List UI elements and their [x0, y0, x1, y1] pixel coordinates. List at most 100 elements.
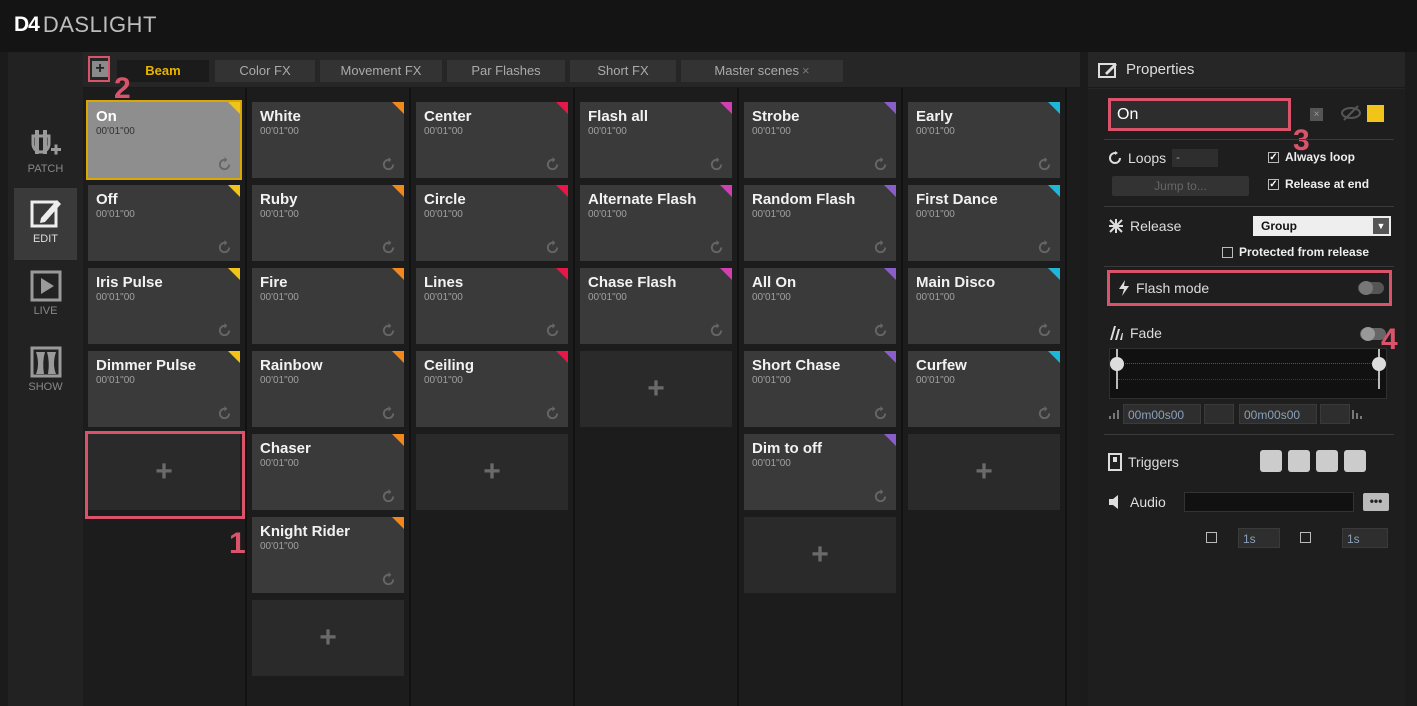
audio-fade-out-checkbox[interactable]	[1300, 532, 1311, 543]
fade-out-knob[interactable]	[1372, 357, 1386, 371]
scene-cell[interactable]: Dim to off 00'01"00	[744, 434, 896, 510]
tab-short-fx[interactable]: Short FX	[570, 60, 676, 82]
scene-cell[interactable]: White 00'01"00	[252, 102, 404, 178]
audio-fade-in-value[interactable]: 1s	[1238, 528, 1280, 548]
scene-cell[interactable]: Circle 00'01"00	[416, 185, 568, 261]
flash-mode-toggle[interactable]	[1358, 281, 1384, 295]
scene-cell[interactable]: Dimmer Pulse 00'01"00	[88, 351, 240, 427]
release-label: Release	[1130, 218, 1182, 234]
release-row: Release	[1108, 218, 1181, 234]
fade-out-time[interactable]: 00m00s00	[1239, 404, 1317, 424]
scene-cell[interactable]: Fire 00'01"00	[252, 268, 404, 344]
scene-cell[interactable]: Strobe 00'01"00	[744, 102, 896, 178]
loop-icon	[381, 572, 396, 587]
scene-cell[interactable]: Lines 00'01"00	[416, 268, 568, 344]
scene-cell[interactable]: On 00'01"00	[86, 100, 242, 180]
scene-cell[interactable]: Center 00'01"00	[416, 102, 568, 178]
tab-beam[interactable]: Beam	[117, 60, 209, 82]
loops-stepper[interactable]: -	[1172, 149, 1219, 167]
scene-name: Ruby	[260, 191, 298, 208]
scene-duration: 00'01"00	[96, 375, 135, 386]
loop-icon	[217, 157, 232, 172]
jump-to-button[interactable]: Jump to...	[1112, 176, 1249, 196]
scene-cell[interactable]: Ruby 00'01"00	[252, 185, 404, 261]
add-scene-cell[interactable]: +	[416, 434, 568, 510]
scene-cell[interactable]: Early 00'01"00	[908, 102, 1060, 178]
audio-label: Audio	[1130, 494, 1166, 510]
add-scene-cell[interactable]: +	[580, 351, 732, 427]
fade-curve-slider[interactable]	[1109, 348, 1387, 399]
scene-cell[interactable]: Ceiling 00'01"00	[416, 351, 568, 427]
scene-cell[interactable]: Rainbow 00'01"00	[252, 351, 404, 427]
add-scene-cell[interactable]: +	[744, 517, 896, 593]
release-at-end-row[interactable]: ✓ Release at end	[1268, 177, 1369, 191]
fade-in-knob[interactable]	[1110, 357, 1124, 371]
audio-row: Audio	[1108, 494, 1166, 510]
tab-movement-fx[interactable]: Movement FX	[320, 60, 442, 82]
flash-mode-label-group: Flash mode	[1118, 280, 1209, 296]
logo-mark: D4	[14, 13, 40, 36]
visibility-off-icon[interactable]	[1340, 105, 1362, 121]
scene-color-marker	[884, 185, 896, 197]
loop-icon	[381, 323, 396, 338]
tab-par-flashes[interactable]: Par Flashes	[447, 60, 565, 82]
fade-out-stepper[interactable]	[1320, 404, 1350, 424]
scene-cell[interactable]: Flash all 00'01"00	[580, 102, 732, 178]
close-tab-icon[interactable]: ×	[802, 63, 810, 78]
scene-cell[interactable]: Knight Rider 00'01"00	[252, 517, 404, 593]
scene-cell[interactable]: Off 00'01"00	[88, 185, 240, 261]
callout-2: 2	[114, 72, 131, 105]
loop-icon	[709, 240, 724, 255]
protected-checkbox[interactable]	[1222, 246, 1233, 258]
app-logo: D4 DASLIGHT	[14, 12, 157, 38]
flash-mode-label: Flash mode	[1136, 280, 1210, 296]
keyboard-trigger-icon[interactable]	[1288, 450, 1310, 472]
audio-fade-out-value[interactable]: 1s	[1342, 528, 1388, 548]
play-icon	[30, 270, 61, 302]
fade-in-time[interactable]: 00m00s00	[1123, 404, 1201, 424]
scene-cell[interactable]: Main Disco 00'01"00	[908, 268, 1060, 344]
nav-edit[interactable]: EDIT	[14, 188, 77, 260]
scene-column: Strobe 00'01"00 Random Flash 00'01"00 All On…	[739, 88, 903, 706]
audio-fade-in-checkbox[interactable]	[1206, 532, 1217, 543]
scene-cell[interactable]: Alternate Flash 00'01"00	[580, 185, 732, 261]
nav-live[interactable]: LIVE	[14, 262, 77, 334]
tab-color-fx[interactable]: Color FX	[215, 60, 315, 82]
tab-master-scenes[interactable]: Master scenes ×	[681, 60, 843, 82]
dmx-trigger-icon[interactable]	[1316, 450, 1338, 472]
release-select[interactable]: Group ▼	[1253, 216, 1391, 236]
scene-cell[interactable]: Iris Pulse 00'01"00	[88, 268, 240, 344]
scene-cell[interactable]: All On 00'01"00	[744, 268, 896, 344]
add-scene-cell[interactable]: +	[88, 434, 240, 510]
nav-patch[interactable]: PATCH	[14, 116, 77, 188]
scene-cell[interactable]: Chaser 00'01"00	[252, 434, 404, 510]
scene-color-marker	[392, 102, 404, 114]
divider	[1104, 434, 1394, 435]
scene-color-swatch[interactable]	[1367, 105, 1384, 122]
always-loop-checkbox[interactable]: ✓	[1268, 151, 1279, 163]
scene-color-marker	[720, 102, 732, 114]
triggers-row: Triggers	[1108, 453, 1179, 471]
loop-icon	[1037, 157, 1052, 172]
scene-name: Center	[424, 108, 472, 125]
scene-cell[interactable]: Random Flash 00'01"00	[744, 185, 896, 261]
nav-show[interactable]: SHOW	[14, 338, 77, 410]
timecode-trigger-icon[interactable]	[1344, 450, 1366, 472]
fade-in-stepper[interactable]	[1204, 404, 1234, 424]
always-loop-row[interactable]: ✓ Always loop	[1268, 150, 1355, 164]
protected-row[interactable]: Protected from release	[1222, 245, 1369, 259]
clear-name-icon[interactable]: ×	[1310, 108, 1323, 121]
audio-browse-button[interactable]: •••	[1363, 493, 1389, 511]
add-scene-cell[interactable]: +	[252, 600, 404, 676]
scene-cell[interactable]: First Dance 00'01"00	[908, 185, 1060, 261]
scene-color-marker	[228, 185, 240, 197]
add-scene-cell[interactable]: +	[908, 434, 1060, 510]
scene-name-input[interactable]: On	[1108, 98, 1291, 131]
scene-cell[interactable]: Short Chase 00'01"00	[744, 351, 896, 427]
add-tab-button[interactable]: +	[92, 61, 108, 77]
release-at-end-checkbox[interactable]: ✓	[1268, 178, 1279, 190]
midi-trigger-icon[interactable]	[1260, 450, 1282, 472]
scene-cell[interactable]: Curfew 00'01"00	[908, 351, 1060, 427]
scene-cell[interactable]: Chase Flash 00'01"00	[580, 268, 732, 344]
audio-file-input[interactable]	[1184, 492, 1354, 512]
